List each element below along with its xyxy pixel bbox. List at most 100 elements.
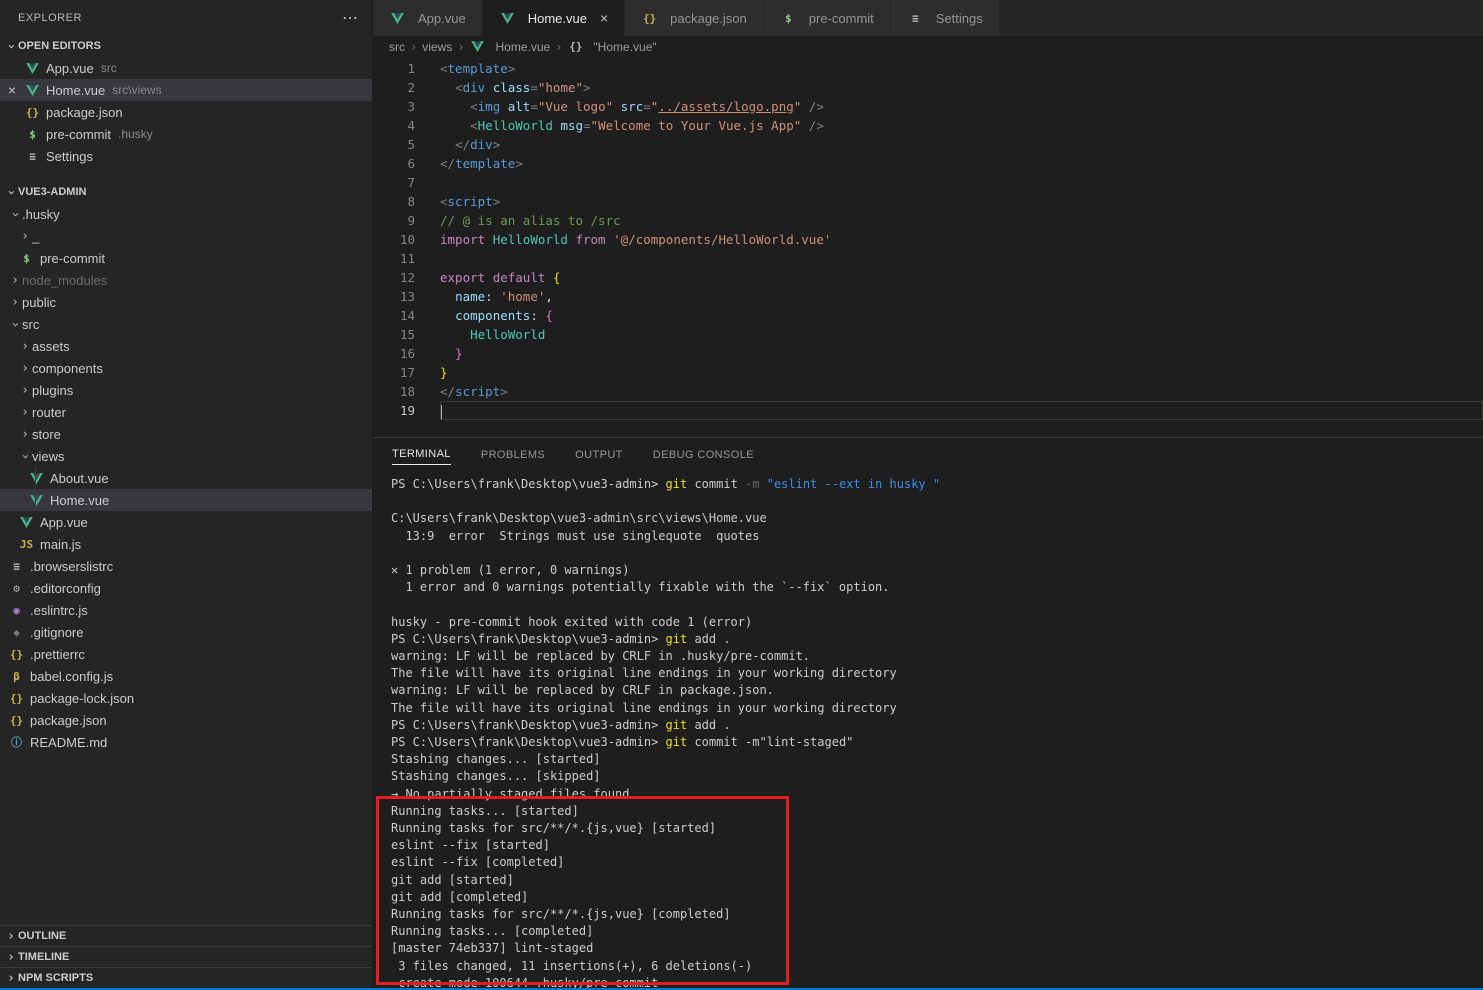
tree-item-gitignore[interactable]: ◆ .gitignore (0, 621, 372, 643)
breadcrumb-item-home-vue[interactable]: {} "Home.vue" (567, 40, 656, 54)
chevron-down-icon: › (7, 320, 23, 328)
tree-item-readme-md[interactable]: ⓘ README.md (0, 731, 372, 753)
tree-item-home-vue[interactable]: Home.vue (0, 489, 372, 511)
tree-item-babel-config-js[interactable]: β babel.config.js (0, 665, 372, 687)
section-timeline[interactable]: › TIMELINE (0, 946, 372, 967)
code-line[interactable]: <template> (440, 59, 1483, 78)
code-line[interactable]: } (440, 344, 1483, 363)
tree-item-router[interactable]: › router (0, 401, 372, 423)
terminal-output[interactable]: PS C:\Users\frank\Desktop\vue3-admin> gi… (373, 471, 1483, 990)
code-token: "home" (537, 80, 584, 95)
terminal-line: warning: LF will be replaced by CRLF in … (391, 648, 1483, 665)
code-token: from (575, 232, 606, 247)
tree-item-eslintrc-js[interactable]: ◉ .eslintrc.js (0, 599, 372, 621)
open-editor-item-home-vue[interactable]: × Home.vue src\views (0, 79, 372, 101)
tree-item-node-modules[interactable]: › node_modules (0, 269, 372, 291)
panel-tab-problems[interactable]: PROBLEMS (481, 449, 545, 465)
tab-app-vue[interactable]: App.vue (373, 0, 483, 36)
json-icon: {} (25, 105, 40, 119)
tree-item-src[interactable]: › src (0, 313, 372, 335)
code-line[interactable]: <HelloWorld msg="Welcome to Your Vue.js … (440, 116, 1483, 135)
terminal-text: C:\Users\frank\Desktop\vue3-admin\src\vi… (391, 511, 767, 526)
vue-icon (24, 84, 41, 96)
breadcrumb-item-src[interactable]: src (389, 40, 405, 54)
tree-item-browserslistrc[interactable]: ≡ .browserslistrc (0, 555, 372, 577)
breadcrumb-label: Home.vue (495, 39, 551, 54)
tab-package-json[interactable]: {} package.json (625, 0, 764, 36)
code-line[interactable]: </script> (440, 382, 1483, 401)
section-npm-scripts[interactable]: › NPM SCRIPTS (0, 967, 372, 988)
more-actions-icon[interactable]: ⋯ (342, 8, 358, 28)
line-number: 16 (399, 346, 415, 361)
tree-item-views[interactable]: › views (0, 445, 372, 467)
terminal-text: Running tasks... [completed] (391, 924, 594, 939)
code-line[interactable]: <div class="home"> (440, 78, 1483, 97)
close-icon[interactable]: × (600, 10, 608, 26)
code-line[interactable]: // @ is an alias to /src (440, 211, 1483, 230)
code-line[interactable]: } (440, 363, 1483, 382)
tree-item-app-vue[interactable]: App.vue (0, 511, 372, 533)
code-line[interactable]: </div> (440, 135, 1483, 154)
code-line[interactable]: components: { (440, 306, 1483, 325)
tree-item-about-vue[interactable]: About.vue (0, 467, 372, 489)
open-editor-item-package-json[interactable]: {} package.json (0, 101, 372, 123)
code-line[interactable] (440, 401, 1483, 420)
code-line[interactable] (440, 173, 1483, 192)
tree-item-editorconfig[interactable]: ⚙ .editorconfig (0, 577, 372, 599)
terminal-line: PS C:\Users\frank\Desktop\vue3-admin> gi… (391, 631, 1483, 648)
close-icon[interactable]: × (0, 82, 24, 98)
section-label: TIMELINE (18, 951, 70, 963)
tree-item-package-lock-json[interactable]: {} package-lock.json (0, 687, 372, 709)
tree-item-label: babel.config.js (30, 668, 114, 684)
code-line[interactable]: name: 'home', (440, 287, 1483, 306)
workspace-section-header[interactable]: › VUE3-ADMIN (0, 181, 372, 203)
code-line[interactable]: </template> (440, 154, 1483, 173)
terminal-text: warning: LF will be replaced by CRLF in … (391, 683, 774, 698)
panel-tab-output[interactable]: OUTPUT (575, 449, 623, 465)
open-editor-item-app-vue[interactable]: App.vue src (0, 57, 372, 79)
code-token: } (455, 346, 463, 361)
tree-item-[interactable]: › _ (0, 225, 372, 247)
code-line[interactable]: export default { (440, 268, 1483, 287)
code-line[interactable] (440, 249, 1483, 268)
section-outline[interactable]: › OUTLINE (0, 925, 372, 946)
tree-item-label: Home.vue (50, 492, 110, 508)
tree-item-pre-commit[interactable]: $ pre-commit (0, 247, 372, 269)
tree-item-prettierrc[interactable]: {} .prettierrc (0, 643, 372, 665)
code-token: "Vue logo" (537, 99, 614, 114)
terminal-text: -m (745, 477, 767, 491)
tree-item-husky[interactable]: › .husky (0, 203, 372, 225)
tree-item-package-json[interactable]: {} package.json (0, 709, 372, 731)
tab-label: package.json (670, 10, 747, 26)
terminal-line: Running tasks... [completed] (391, 923, 1483, 940)
open-editor-item-pre-commit[interactable]: $ pre-commit .husky (0, 123, 372, 145)
tab-settings[interactable]: ≡ Settings (890, 0, 1000, 36)
panel-tab-debug-console[interactable]: DEBUG CONSOLE (653, 449, 754, 465)
open-editor-item-settings[interactable]: ≡ Settings (0, 145, 372, 167)
breadcrumb-item-views[interactable]: views (422, 40, 452, 54)
tree-item-components[interactable]: › components (0, 357, 372, 379)
tree-item-public[interactable]: › public (0, 291, 372, 313)
code-editor[interactable]: 1 2 3 4 5 6 7 8 9 10 11 12 13 14 15 16 17 18 19 <template>… (373, 57, 1483, 437)
open-editors-section-header[interactable]: › OPEN EDITORS (0, 35, 372, 57)
tree-item-plugins[interactable]: › plugins (0, 379, 372, 401)
tree-item-label: .husky (22, 206, 60, 222)
terminal-line: eslint --fix [started] (391, 837, 1483, 854)
panel-tab-terminal[interactable]: TERMINAL (392, 448, 451, 465)
code-token: { (545, 308, 553, 323)
code-line[interactable]: import HelloWorld from '@/components/Hel… (440, 230, 1483, 249)
tree-item-store[interactable]: › store (0, 423, 372, 445)
code-line[interactable]: <img alt="Vue logo" src="../assets/logo.… (440, 97, 1483, 116)
tab-home-vue[interactable]: Home.vue × (482, 0, 626, 36)
code-line[interactable]: <script> (440, 192, 1483, 211)
breadcrumb-item-home-vue[interactable]: Home.vue (469, 40, 550, 54)
tree-item-assets[interactable]: › assets (0, 335, 372, 357)
code-line[interactable]: HelloWorld (440, 325, 1483, 344)
code-token: > (507, 61, 516, 76)
git-icon: ◆ (13, 625, 20, 639)
tree-item-main-js[interactable]: JS main.js (0, 533, 372, 555)
tab-pre-commit[interactable]: $ pre-commit (763, 0, 891, 36)
